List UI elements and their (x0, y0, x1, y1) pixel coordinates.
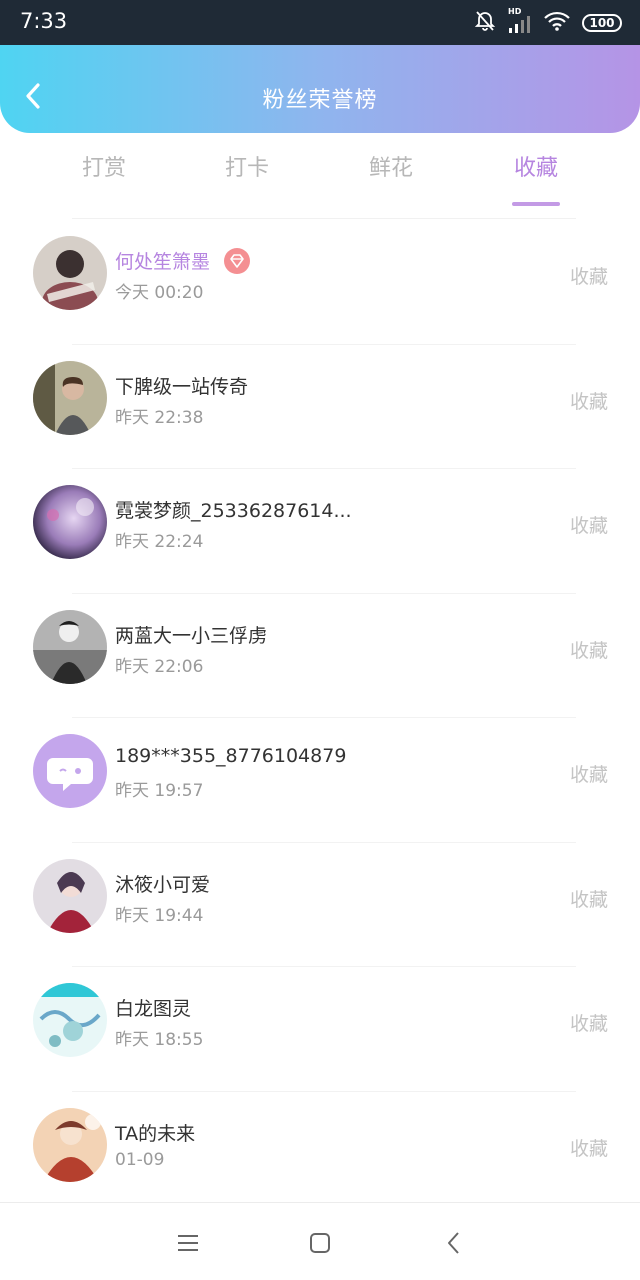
list-item[interactable]: 白龙图灵 昨天 18:55 收藏 (0, 967, 640, 1092)
system-nav-bar (0, 1202, 640, 1280)
fan-name: 霓裳梦颜_25336287614... (115, 500, 352, 522)
status-time: 7:33 (20, 9, 68, 33)
tab-flowers[interactable]: 鲜花 (341, 150, 441, 182)
favorite-label: 收藏 (569, 390, 608, 413)
fan-name: TA的未来 (115, 1122, 196, 1145)
fan-time: 01-09 (115, 1149, 165, 1170)
menu-button[interactable] (174, 1229, 202, 1257)
fan-name-text: 何处笙箫墨 (115, 251, 211, 273)
alarm-off-icon (474, 10, 496, 36)
list-item[interactable]: 沐筱小可爱 昨天 19:44 收藏 (0, 843, 640, 967)
divider (72, 218, 576, 219)
tab-bar: 打赏 打卡 鲜花 收藏 (0, 140, 640, 206)
wifi-icon (544, 11, 570, 35)
favorite-label: 收藏 (569, 764, 608, 786)
avatar[interactable] (33, 360, 107, 435)
fan-name: 何处笙箫墨 (115, 247, 251, 276)
avatar[interactable] (33, 1107, 107, 1182)
fan-time: 今天 00:20 (115, 283, 204, 303)
fan-name: 两蒕大一小三俘虏 (115, 624, 268, 647)
list-item[interactable]: 189***355_8776104879 昨天 19:57 收藏 (0, 718, 640, 843)
system-back-button[interactable] (440, 1229, 468, 1257)
page-title: 粉丝荣誉榜 (262, 88, 378, 113)
active-tab-indicator (512, 202, 560, 206)
favorite-label: 收藏 (569, 1137, 608, 1160)
tab-favorites-label: 收藏 (513, 156, 558, 181)
list-item[interactable]: 何处笙箫墨 今天 00:20 收藏 (0, 220, 640, 345)
header: 7:33 HD 100 粉丝荣誉榜 (0, 0, 640, 133)
list-item[interactable]: 下脾级一站传奇 昨天 22:38 收藏 (0, 345, 640, 469)
favorite-label: 收藏 (569, 1013, 608, 1035)
list-item[interactable]: 霓裳梦颜_25336287614... 昨天 22:24 收藏 (0, 469, 640, 594)
fans-list: 何处笙箫墨 今天 00:20 收藏 下脾级一站传奇 昨天 22:38 收藏 霓裳… (0, 220, 640, 1216)
favorite-label: 收藏 (569, 266, 608, 288)
menu-icon (178, 1235, 198, 1251)
avatar[interactable] (33, 734, 107, 808)
list-item[interactable]: 两蒕大一小三俘虏 昨天 22:06 收藏 (0, 594, 640, 718)
fan-time: 昨天 19:44 (115, 905, 204, 926)
home-square-icon (310, 1233, 330, 1253)
tab-checkin[interactable]: 打卡 (197, 150, 297, 182)
favorite-label: 收藏 (569, 639, 608, 662)
status-icons: HD 100 (474, 7, 622, 36)
fan-name: 沐筱小可爱 (115, 873, 211, 896)
list-item[interactable]: TA的未来 01-09 收藏 (0, 1092, 640, 1217)
fan-time: 昨天 22:06 (115, 656, 204, 677)
avatar[interactable] (33, 609, 107, 684)
tab-reward[interactable]: 打赏 (54, 150, 154, 182)
diamond-icon (224, 247, 251, 274)
fan-name: 下脾级一站传奇 (115, 375, 249, 398)
home-button[interactable] (306, 1229, 334, 1257)
fan-time: 昨天 22:38 (115, 407, 204, 428)
favorite-label: 收藏 (569, 515, 608, 537)
fan-time: 昨天 22:24 (115, 532, 204, 552)
avatar[interactable] (33, 485, 107, 559)
fan-name: 白龙图灵 (115, 998, 192, 1020)
favorite-label: 收藏 (569, 888, 608, 911)
signal-icon: HD (508, 7, 532, 33)
fan-time: 昨天 19:57 (115, 781, 204, 801)
fan-time: 昨天 18:55 (115, 1030, 204, 1050)
avatar[interactable] (33, 983, 107, 1057)
fan-name: 189***355_8776104879 (115, 745, 347, 767)
status-bar: 7:33 HD 100 (0, 0, 640, 45)
avatar[interactable] (33, 236, 107, 310)
back-icon (448, 1232, 459, 1254)
tab-favorites[interactable]: 收藏 (486, 150, 586, 206)
battery-icon: 100 (582, 14, 622, 32)
avatar[interactable] (33, 858, 107, 933)
